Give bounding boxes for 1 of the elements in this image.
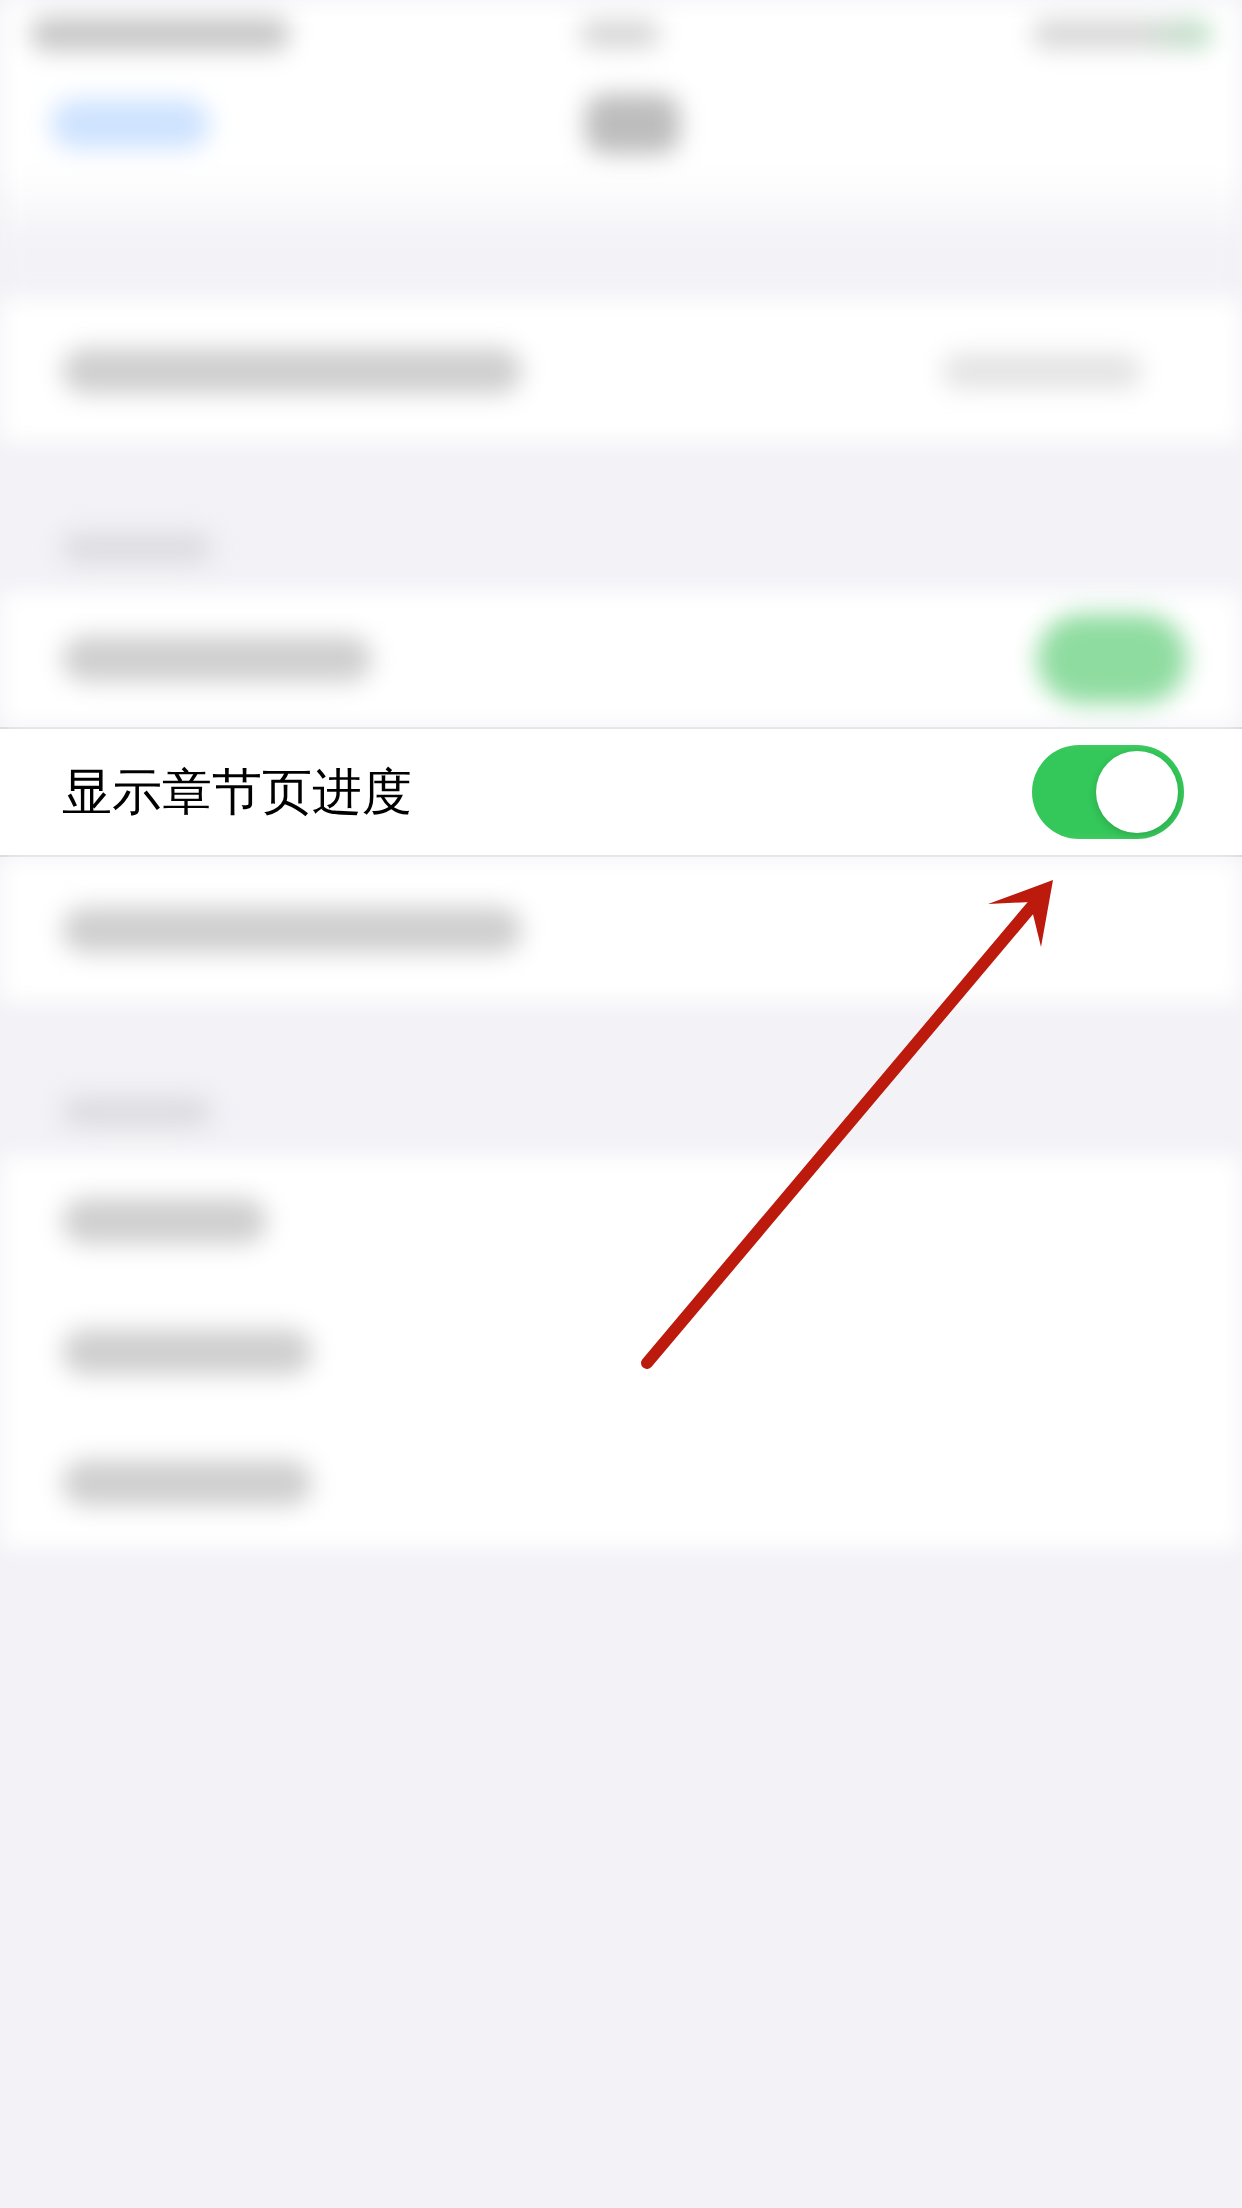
setting-label: 显示章节页进度 bbox=[62, 762, 412, 822]
